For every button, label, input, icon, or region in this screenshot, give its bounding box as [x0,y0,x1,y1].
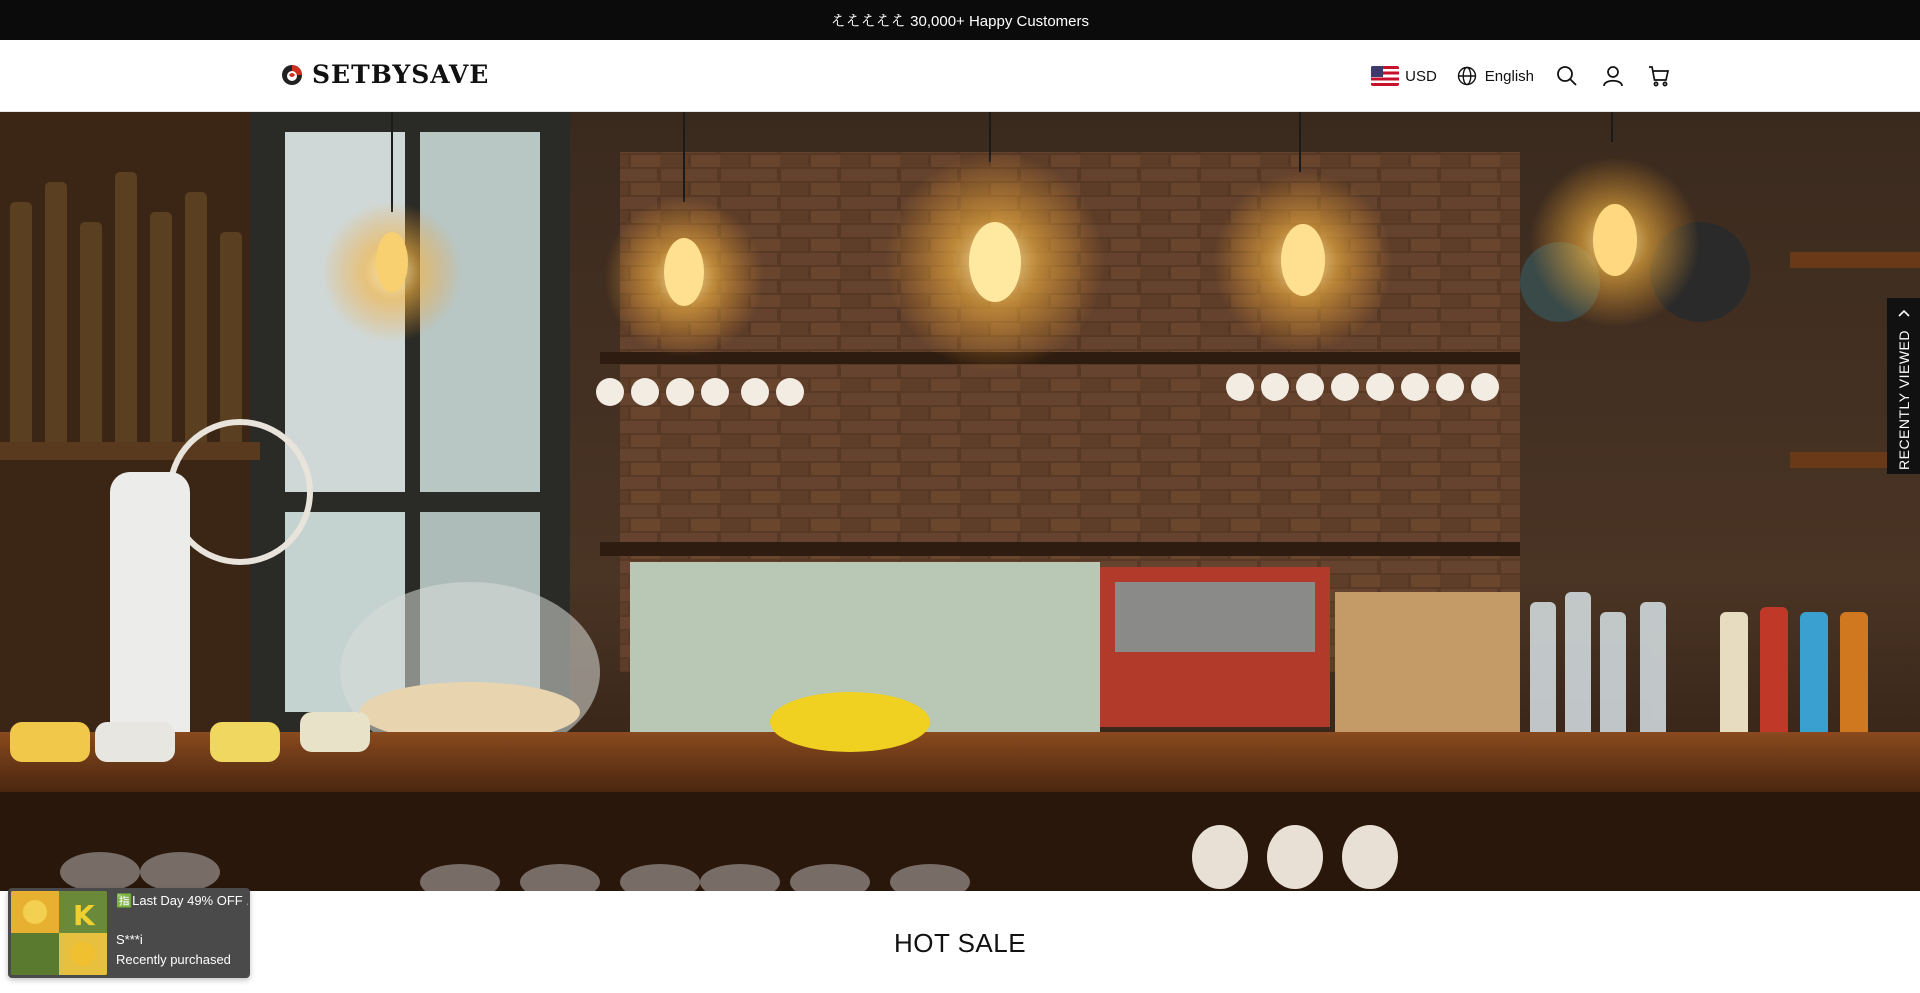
search-icon [1557,66,1577,86]
cafe-bar-image [0,112,1920,891]
product-thumbnail: K [11,891,107,975]
account-button[interactable] [1600,63,1626,89]
logo-text: SETBYSAVE [312,60,490,89]
cart-button[interactable] [1646,63,1672,89]
chevron-up-icon [1898,309,1910,317]
currency-selector[interactable]: USD [1371,66,1437,86]
svg-text:K: K [73,899,96,932]
us-flag-icon [1371,66,1400,86]
search-button[interactable] [1554,63,1580,89]
cart-icon [1649,66,1670,87]
hero-banner-image[interactable] [0,112,1920,891]
purchase-notification[interactable]: K 🈯Last Day 49% OFF ... S***i Recently p… [8,888,250,978]
announcement-text: 𛂦𛂦𛂦𛂦𛂦 30,000+ Happy Customers [830,12,1090,30]
notification-user: S***i [116,932,143,947]
site-logo[interactable]: SETBYSAVE [280,60,489,89]
notification-status: Recently purchased [116,952,231,967]
logo-icon [282,64,302,85]
section-title: HOT SALE [893,928,1027,958]
header-controls: USD English [1371,58,1672,94]
recently-viewed-label: RECENTLY VIEWED [1895,329,1912,471]
globe-icon [1457,66,1476,86]
account-icon [1603,66,1623,87]
currency-label: USD [1405,67,1437,85]
notification-title: 🈯Last Day 49% OFF ... [116,893,248,908]
announcement-bar: 𛂦𛂦𛂦𛂦𛂦 30,000+ Happy Customers [0,0,1920,40]
site-header: SETBYSAVE USD English [0,40,1920,112]
language-label: English [1484,67,1534,85]
language-selector[interactable]: English [1457,66,1534,86]
recently-viewed-tab[interactable]: RECENTLY VIEWED [1887,298,1920,474]
